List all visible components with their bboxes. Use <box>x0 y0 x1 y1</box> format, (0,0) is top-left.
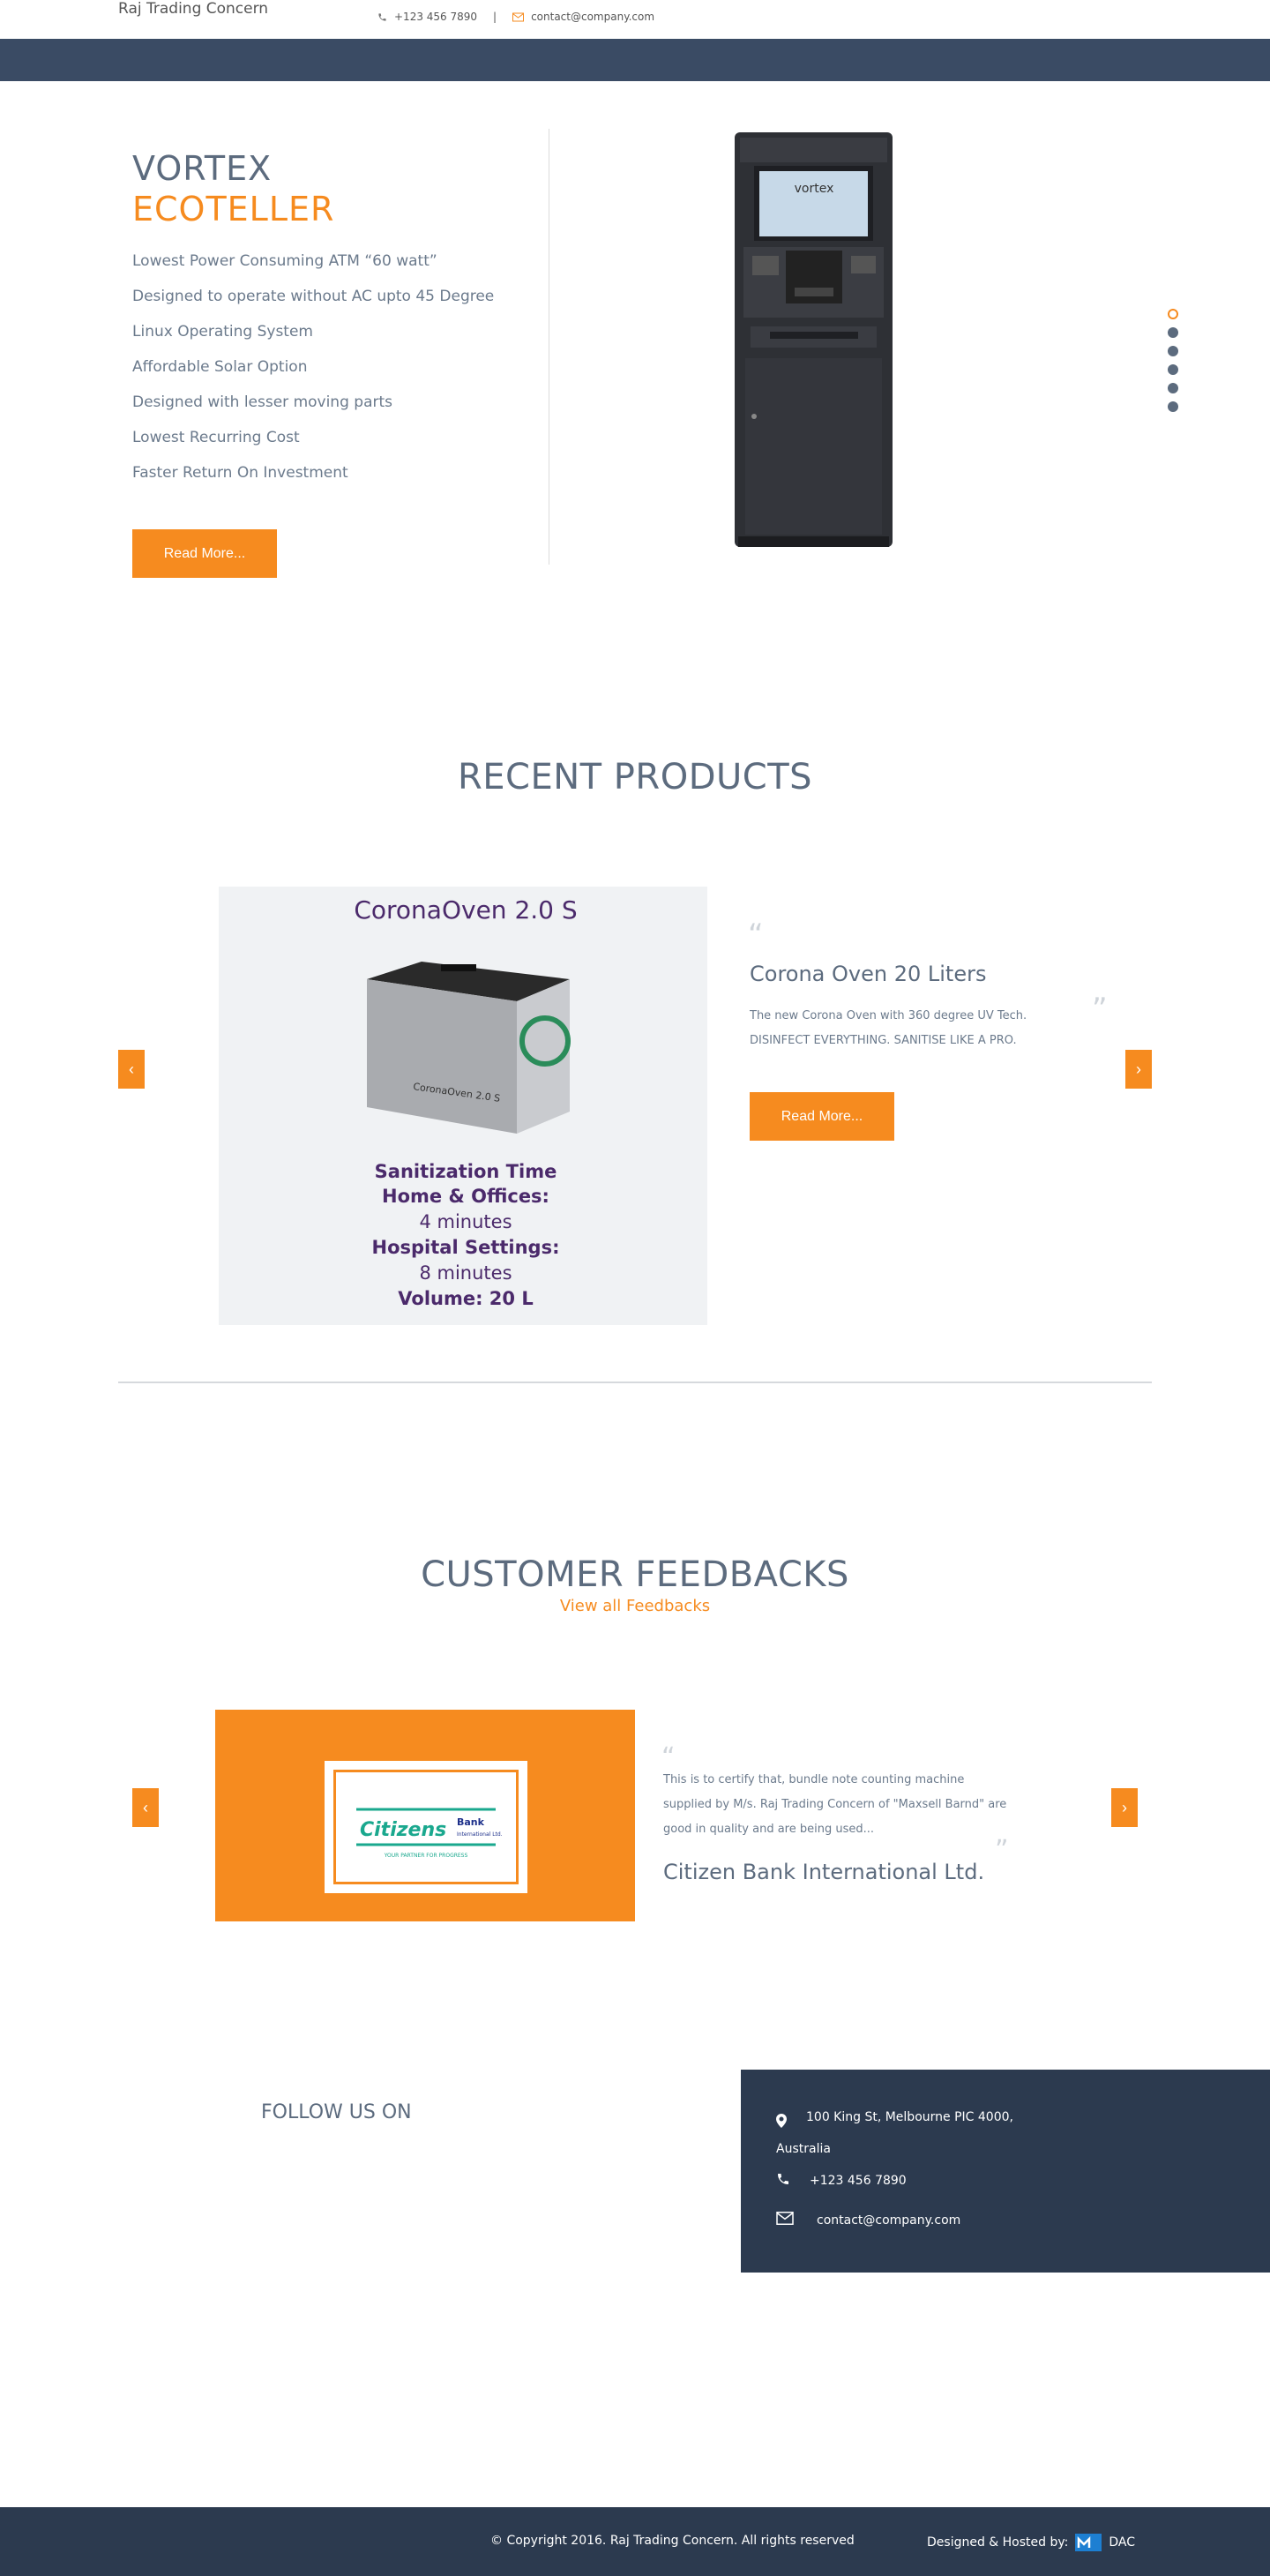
logo-bank-text: Bank <box>457 1816 485 1828</box>
designer-name[interactable]: DAC <box>1109 2535 1135 2550</box>
designed-by-label: Designed & Hosted by: <box>927 2535 1069 2550</box>
hero-read-more-button[interactable]: Read More... <box>132 529 277 578</box>
product-image-heading: CoronaOven 2.0 S <box>354 895 577 925</box>
product-image-line: Volume: 20 L <box>398 1288 533 1309</box>
slider-dot[interactable] <box>1168 383 1178 393</box>
feature-list: Lowest Power Consuming ATM “60 watt” Des… <box>132 243 520 490</box>
logo-bank-subtext: International Ltd. <box>457 1831 503 1838</box>
slider-dot[interactable] <box>1168 364 1178 375</box>
follow-us-heading: FOLLOW US ON <box>261 2101 412 2123</box>
designed-by: Designed & Hosted by: DAC <box>927 2534 1135 2551</box>
product-image-line: Sanitization Time <box>375 1161 557 1182</box>
atm-machine-image: vortex <box>735 132 893 547</box>
copyright-text: © Copyright 2016. Raj Trading Concern. A… <box>490 2534 855 2548</box>
feedback-author: Citizen Bank International Ltd. <box>663 1860 985 1884</box>
phone-icon <box>778 2174 788 2184</box>
feedbacks-next-arrow[interactable]: › <box>1111 1788 1138 1827</box>
product-image-line: 4 minutes <box>419 1211 512 1232</box>
section-divider <box>118 1382 1152 1383</box>
feature-item: Linux Operating System <box>132 323 313 341</box>
contact-info-box: 100 King St, Melbourne PIC 4000, Austral… <box>741 2070 1270 2273</box>
slider-dot[interactable] <box>1168 327 1178 338</box>
products-prev-arrow[interactable]: ‹ <box>118 1050 145 1089</box>
view-all-feedbacks-link[interactable]: View all Feedbacks <box>0 1597 1270 1615</box>
product-image-line: Hospital Settings: <box>372 1237 560 1258</box>
dac-logo-icon <box>1075 2534 1102 2551</box>
corona-oven-illustration: CoronaOven 2.0 S CoronaOven 2.0 S Saniti… <box>219 887 707 1325</box>
recent-products-title: RECENT PRODUCTS <box>457 757 813 798</box>
product-read-more-button[interactable]: Read More... <box>750 1092 894 1141</box>
top-bar: Raj Trading Concern +123 456 7890 | cont… <box>0 0 1270 39</box>
slider-dot[interactable] <box>1168 346 1178 356</box>
logo-brand-text: Citizens <box>360 1819 446 1841</box>
envelope-icon <box>512 12 525 21</box>
product-description: The new Corona Oven with 360 degree UV T… <box>750 1009 1027 1047</box>
customer-feedbacks-title: CUSTOMER FEEDBACKS <box>421 1554 849 1595</box>
hero-content: VORTEX ECOTELLER Lowest Power Consuming … <box>132 148 520 490</box>
product-name[interactable]: Corona Oven 20 Liters <box>750 962 986 986</box>
feedback-logo-card: Citizens Bank International Ltd. YOUR PA… <box>215 1710 635 1921</box>
site-brand[interactable]: Raj Trading Concern <box>118 0 268 18</box>
slider-dot[interactable] <box>1168 401 1178 412</box>
footer-bottom-bar: © Copyright 2016. Raj Trading Concern. A… <box>0 2507 1270 2576</box>
quote-open-icon: “ <box>748 917 764 953</box>
citizens-bank-logo: Citizens Bank International Ltd. YOUR PA… <box>325 1761 527 1893</box>
top-phone[interactable]: +123 456 7890 <box>394 11 477 23</box>
slider-dot[interactable] <box>1168 309 1178 319</box>
feature-item: Faster Return On Investment <box>132 464 348 482</box>
top-email[interactable]: contact@company.com <box>531 11 654 23</box>
feature-item: Lowest Recurring Cost <box>132 429 300 446</box>
feature-item: Lowest Power Consuming ATM “60 watt” <box>132 252 437 270</box>
atm-screen-text: vortex <box>795 182 834 196</box>
slider-pagination <box>1168 309 1178 412</box>
feature-item: Designed with lesser moving parts <box>132 393 393 411</box>
quote-close-icon: ” <box>1092 992 1108 1027</box>
product-image-line: 8 minutes <box>419 1262 512 1284</box>
citizens-bank-logo-graphic: Citizens Bank International Ltd. YOUR PA… <box>356 1808 503 1859</box>
products-next-arrow[interactable]: › <box>1125 1050 1152 1089</box>
navigation-bar <box>0 39 1270 81</box>
feature-item: Designed to operate without AC upto 45 D… <box>132 288 495 305</box>
envelope-icon <box>776 2212 794 2225</box>
logo-tagline: YOUR PARTNER FOR PROGRESS <box>384 1853 468 1859</box>
product-image[interactable]: CoronaOven 2.0 S CoronaOven 2.0 S Saniti… <box>219 887 707 1325</box>
quote-close-icon: ” <box>995 1835 1009 1866</box>
hero-title-line1: VORTEX <box>132 149 273 188</box>
top-separator: | <box>493 11 497 23</box>
product-image-line: Home & Offices: <box>382 1186 549 1207</box>
contact-address: 100 King St, Melbourne PIC 4000, Austral… <box>776 2101 1041 2165</box>
contact-phone[interactable]: +123 456 7890 <box>810 2174 907 2188</box>
address-text: 100 King St, Melbourne PIC 4000, Austral… <box>776 2110 1013 2156</box>
feedback-text: This is to certify that, bundle note cou… <box>663 1773 1007 1836</box>
feature-item: Affordable Solar Option <box>132 358 308 376</box>
map-pin-icon <box>776 2114 787 2128</box>
top-contact: +123 456 7890 | contact@company.com <box>377 11 654 23</box>
hero-title-line2: ECOTELLER <box>132 190 335 228</box>
feedbacks-prev-arrow[interactable]: ‹ <box>132 1788 159 1827</box>
phone-icon <box>378 12 386 21</box>
contact-email[interactable]: contact@company.com <box>817 2213 960 2228</box>
